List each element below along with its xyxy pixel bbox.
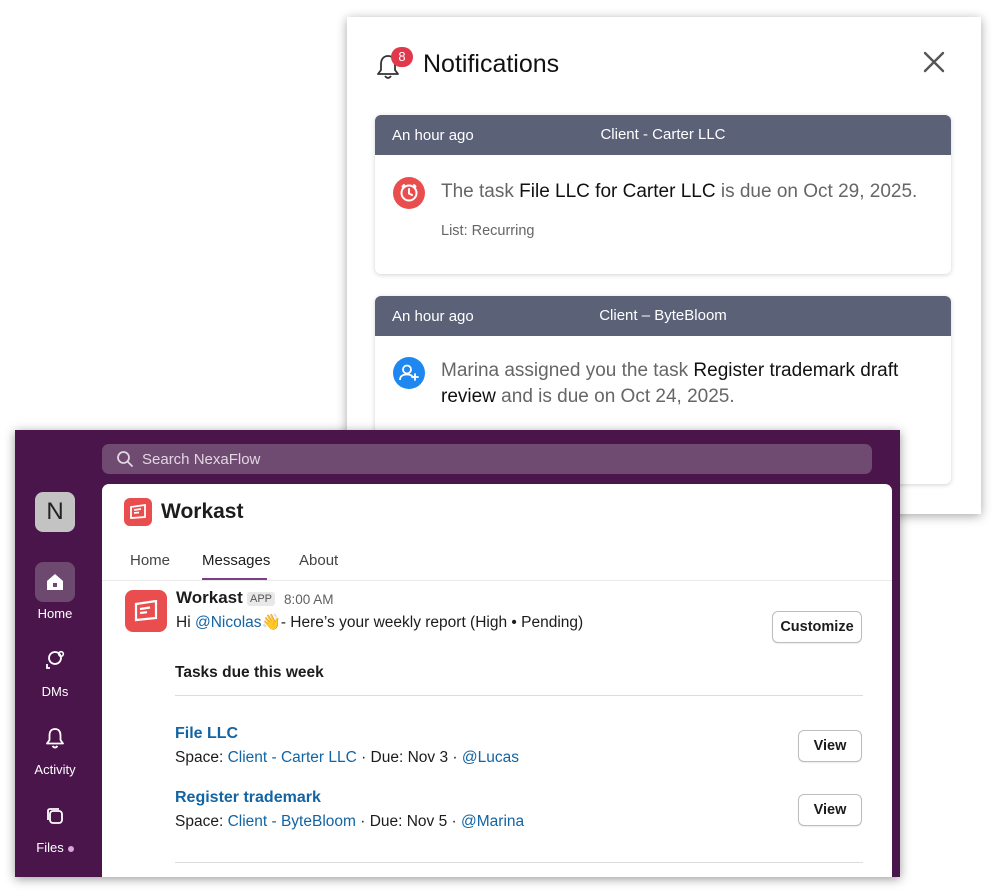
space-label: Space:: [175, 813, 228, 830]
task-title-link[interactable]: Register trademark: [175, 789, 321, 807]
nav-activity[interactable]: Activity: [15, 718, 95, 777]
clock-icon: [393, 177, 425, 209]
nav-label: Home: [37, 606, 73, 621]
bell-icon: [35, 718, 75, 758]
view-button[interactable]: View: [798, 730, 862, 762]
space-link[interactable]: Client - Carter LLC: [228, 749, 357, 766]
notification-count-badge: 8: [391, 47, 413, 67]
card-header: An hour ago Client - Carter LLC: [375, 115, 951, 155]
main-pane: Workast Home Messages About Workast APP …: [102, 484, 892, 877]
notification-client: Client - Carter LLC: [600, 126, 726, 143]
notification-task-link[interactable]: File LLC for Carter LLC: [519, 181, 715, 202]
tab-about[interactable]: About: [299, 552, 338, 569]
task-meta: Space: Client - Carter LLC · Due: Nov 3 …: [175, 749, 519, 767]
view-button[interactable]: View: [798, 794, 862, 826]
section-title: Tasks due this week: [175, 664, 324, 681]
wave-emoji: 👋: [261, 614, 281, 631]
user-mention[interactable]: @Nicolas: [195, 614, 262, 631]
due-text: · Due: Nov 3 ·: [356, 749, 462, 766]
notification-list: List: Recurring: [441, 223, 535, 239]
nav-dms[interactable]: DMs: [15, 640, 95, 699]
app-title: Workast: [161, 500, 244, 523]
card-header: An hour ago Client – ByteBloom: [375, 296, 951, 336]
notification-text: Marina assigned you the task Register tr…: [441, 358, 931, 410]
space-label: Space:: [175, 749, 228, 766]
dms-icon: [35, 640, 75, 680]
message-sender[interactable]: Workast: [176, 588, 243, 608]
user-add-icon: [393, 357, 425, 389]
notification-text-suffix: and is due on Oct 24, 2025.: [495, 386, 735, 407]
sender-avatar[interactable]: [125, 590, 167, 632]
nav-files[interactable]: Files: [15, 796, 95, 855]
task-title-link[interactable]: File LLC: [175, 725, 238, 743]
notification-client: Client – ByteBloom: [599, 307, 727, 324]
home-icon: [35, 562, 75, 602]
notification-text-prefix: Marina assigned you the task: [441, 360, 694, 381]
notifications-header: 8 Notifications: [375, 47, 559, 81]
app-tag: APP: [247, 592, 276, 606]
tab-home[interactable]: Home: [130, 552, 170, 569]
customize-button[interactable]: Customize: [772, 611, 862, 643]
unread-dot: [67, 845, 74, 852]
section-divider: [175, 695, 863, 696]
tab-divider: [102, 580, 892, 581]
nav-label: Files: [36, 840, 64, 855]
close-icon: [923, 51, 945, 73]
close-button[interactable]: [921, 49, 947, 75]
files-icon: [35, 796, 75, 836]
workast-logo-icon: [124, 498, 152, 526]
notifications-bell[interactable]: 8: [375, 47, 413, 79]
message-time[interactable]: 8:00 AM: [284, 592, 334, 607]
notification-text: The task File LLC for Carter LLC is due …: [441, 179, 931, 205]
tab-messages[interactable]: Messages: [202, 552, 270, 569]
assignee-mention[interactable]: @Marina: [461, 813, 524, 830]
nav-home[interactable]: Home: [15, 562, 95, 621]
search-bar[interactable]: Search NexaFlow: [102, 444, 872, 474]
greeting-suffix: - Here’s your weekly report (High • Pend…: [280, 614, 584, 631]
space-link[interactable]: Client - ByteBloom: [228, 813, 356, 830]
due-text: · Due: Nov 5 ·: [355, 813, 462, 830]
search-icon: [117, 451, 133, 467]
assignee-mention[interactable]: @Lucas: [462, 749, 519, 766]
task-meta: Space: Client - ByteBloom · Due: Nov 5 ·…: [175, 813, 524, 831]
active-tab-indicator: [202, 578, 267, 580]
workspace-avatar[interactable]: N: [35, 492, 75, 532]
notifications-title: Notifications: [423, 49, 560, 78]
chat-app-window: Search NexaFlow N Home DMs Activity File…: [15, 430, 900, 877]
search-placeholder: Search NexaFlow: [142, 450, 261, 468]
notification-text-prefix: The task: [441, 181, 520, 202]
nav-label: DMs: [41, 684, 69, 699]
message-text: Hi @Nicolas👋- Here’s your weekly report …: [176, 613, 583, 632]
greeting-prefix: Hi: [176, 614, 195, 631]
notification-text-suffix: is due on Oct 29, 2025.: [715, 181, 918, 202]
section-divider: [175, 862, 863, 863]
notification-card[interactable]: An hour ago Client - Carter LLC The task…: [375, 115, 951, 274]
nav-label: Activity: [34, 762, 76, 777]
